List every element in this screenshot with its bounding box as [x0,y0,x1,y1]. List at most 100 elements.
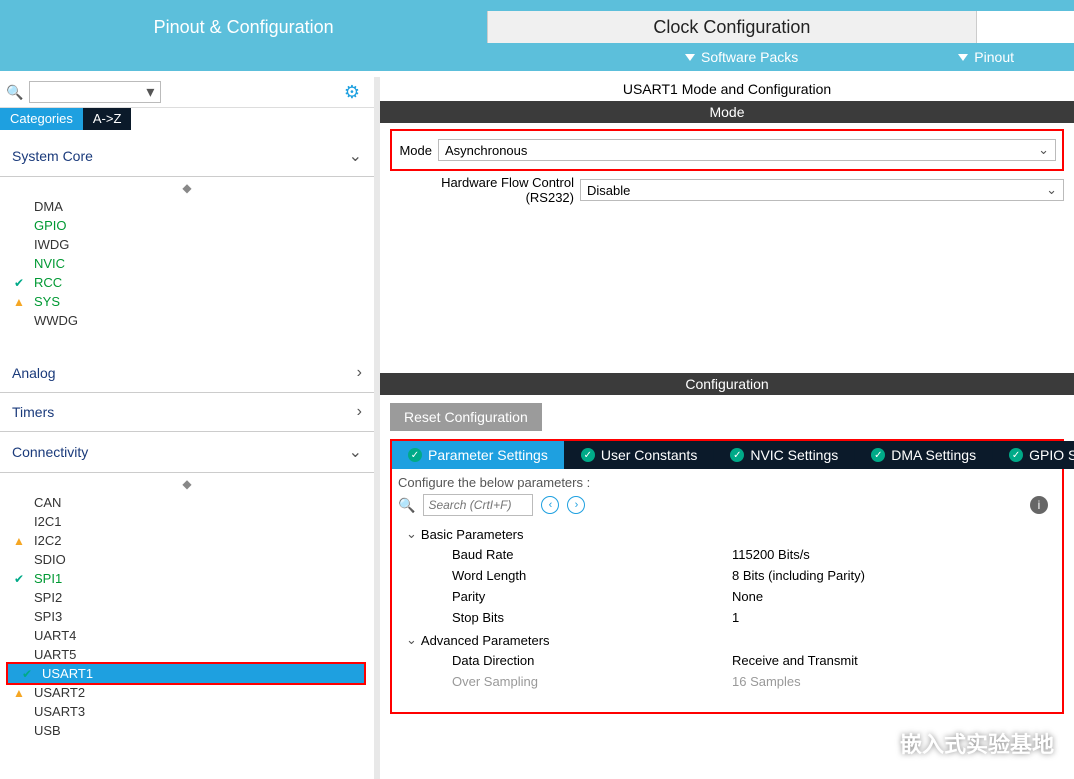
warn-status-icon: ▲ [12,295,26,309]
chevron-right-icon: › [357,403,362,421]
subtab-software-packs[interactable]: Software Packs [685,49,798,65]
tree-item-wwdg[interactable]: WWDG [0,311,374,330]
config-tab-gpio-settings[interactable]: ✓ GPIO Settings [993,441,1074,469]
main: 🔍 ▾ ⚙ Categories A->Z System Core ⌄ ◆ DM… [0,77,1074,779]
tree-item-label: USART3 [34,704,85,719]
config-tab-label: GPIO Settings [1029,447,1074,463]
mode-header: Mode [380,101,1074,123]
chevron-down-icon: ⌄ [406,526,417,542]
tree-item-label: WWDG [34,313,78,328]
group-timers[interactable]: Timers › [0,393,374,432]
mode-select[interactable]: Asynchronous ⌄ [438,139,1056,161]
param-row[interactable]: Data DirectionReceive and Transmit [400,650,1054,671]
chevron-down-icon: ⌄ [349,146,362,166]
top-strip [0,0,1074,11]
tree-item-usart3[interactable]: USART3 [0,702,374,721]
param-group-header[interactable]: ⌄ Basic Parameters [400,522,1054,544]
tree-item-i2c2[interactable]: ▲I2C2 [0,531,374,550]
param-group-header[interactable]: ⌄Advanced Parameters [400,628,1054,650]
tree-item-label: SPI3 [34,609,62,624]
tab-pinout-configuration[interactable]: Pinout & Configuration [0,11,487,43]
param-label: Baud Rate [452,547,732,562]
tree-item-spi2[interactable]: SPI2 [0,588,374,607]
param-value: Receive and Transmit [732,653,1054,668]
selection-highlight: ✔USART1 [6,662,366,685]
group-analog[interactable]: Analog › [0,354,374,393]
config-tab-user-constants[interactable]: ✓ User Constants [565,441,714,469]
mode-value: Asynchronous [445,143,527,158]
hwflow-value: Disable [587,183,630,198]
tree-item-spi1[interactable]: ✔SPI1 [0,569,374,588]
tree-item-nvic[interactable]: NVIC [0,254,374,273]
config-block: Reset Configuration ✓Parameter Settings✓… [380,395,1074,714]
gear-icon[interactable]: ⚙ [344,82,360,103]
tab-clock-configuration[interactable]: Clock Configuration [487,11,976,43]
param-row[interactable]: Over Sampling16 Samples [400,671,1054,692]
config-tab-nvic-settings[interactable]: ✓NVIC Settings [714,441,855,469]
tree-item-usb[interactable]: USB [0,721,374,740]
group-system-core[interactable]: System Core ⌄ [0,136,374,177]
tree-item-rcc[interactable]: ✔RCC [0,273,374,292]
group-connectivity[interactable]: Connectivity ⌄ [0,432,374,473]
cat-tab-az[interactable]: A->Z [83,108,132,130]
param-label: Over Sampling [452,674,732,689]
mode-label: Mode [398,143,438,158]
prev-match-button[interactable]: ‹ [541,496,559,514]
info-icon[interactable]: i [1030,496,1048,514]
tree-item-i2c1[interactable]: I2C1 [0,512,374,531]
param-group-label: Basic Parameters [421,527,524,542]
category-tree: System Core ⌄ ◆ DMAGPIOIWDGNVIC✔RCC ▲ SYS W… [0,130,374,779]
tree-item-label: I2C1 [34,514,61,529]
cat-tab-categories[interactable]: Categories [0,108,83,130]
left-panel: 🔍 ▾ ⚙ Categories A->Z System Core ⌄ ◆ DM… [0,77,380,779]
config-search-row: 🔍 ‹ › i [392,492,1062,522]
hwflow-select[interactable]: Disable ⌄ [580,179,1064,201]
warn-status-icon: ▲ [12,686,26,700]
watermark-text: 嵌入式实验基地 [900,727,1054,759]
config-tab-label: Parameter Settings [428,447,548,463]
config-tab-dma-settings[interactable]: ✓DMA Settings [855,441,993,469]
chevron-down-icon [958,54,968,61]
param-row[interactable]: ParityNone [400,586,1054,607]
param-value: 16 Samples [732,674,1054,689]
chevron-right-icon: › [357,364,362,382]
check-icon: ✓ [408,448,422,462]
param-search-input[interactable] [423,494,533,516]
check-icon: ✓ [871,448,885,462]
ok-circle-status-icon: ✔ [20,667,34,681]
config-tab-parameter-settings[interactable]: ✓ Parameter Settings [392,441,565,469]
tree-item-usart1[interactable]: ✔USART1 [8,664,364,683]
next-match-button[interactable]: › [567,496,585,514]
tree-item-uart4[interactable]: UART4 [0,626,374,645]
tree-item-can[interactable]: CAN [0,493,374,512]
tree-item-label: CAN [34,495,61,510]
subtab-pinout[interactable]: Pinout [958,49,1014,65]
group-system-core-body: ◆ DMAGPIOIWDGNVIC✔RCC ▲ SYS WWDG [0,177,374,336]
check-icon: ✓ [1009,448,1023,462]
tree-item-label: USART2 [34,685,85,700]
tree-item-iwdg[interactable]: IWDG [0,235,374,254]
tree-item-spi3[interactable]: SPI3 [0,607,374,626]
category-search-select[interactable]: ▾ [29,81,161,103]
param-row[interactable]: Stop Bits1 [400,607,1054,628]
param-value: 115200 Bits/s [732,547,1054,562]
chevron-down-icon [685,54,695,61]
param-row[interactable]: Baud Rate115200 Bits/s [400,544,1054,565]
tree-item-sdio[interactable]: SDIO [0,550,374,569]
config-header: Configuration [380,373,1074,395]
subtab-label: Pinout [974,49,1014,65]
tree-item-dma[interactable]: DMA [0,197,374,216]
config-tab-label: User Constants [601,447,697,463]
tree-item-sys[interactable]: ▲ SYS [0,292,374,311]
tree-item-label: SYS [34,294,60,309]
param-row[interactable]: Word Length8 Bits (including Parity) [400,565,1054,586]
sort-icon[interactable]: ◆ [0,477,374,491]
chevron-down-icon: ⌄ [349,442,362,462]
check-icon: ✓ [581,448,595,462]
reset-config-button[interactable]: Reset Configuration [390,403,542,431]
params-area: ⌄Basic ParametersBaud Rate115200 Bits/sW… [392,522,1062,712]
tree-item-usart2[interactable]: ▲ USART2 [0,683,374,702]
sort-icon[interactable]: ◆ [0,181,374,195]
chevron-down-icon: ⌄ [406,632,417,648]
tree-item-gpio[interactable]: GPIO [0,216,374,235]
